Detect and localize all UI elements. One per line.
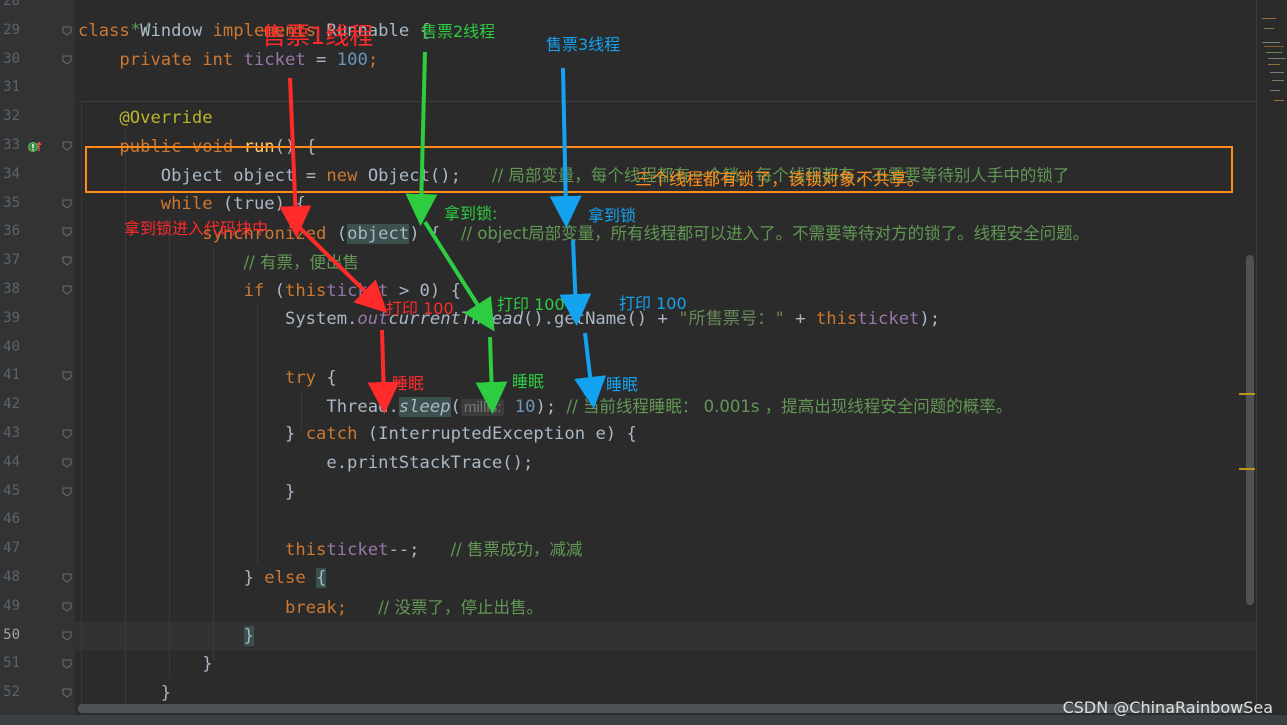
box-note: 三个线程都有锁了，该锁对象不共享。 xyxy=(635,170,924,190)
thread1-label: 售票1线程 xyxy=(262,22,374,50)
thread1-print-label: 打印 100 xyxy=(386,299,454,318)
thread2-lock-label: 拿到锁: xyxy=(444,204,498,223)
thread2-print-label: 打印 100 xyxy=(497,295,565,314)
thread2-label: 售票2线程 xyxy=(421,22,496,41)
thread3-lock-label: 拿到锁 xyxy=(588,206,637,225)
thread3-sleep-label: 睡眠 xyxy=(606,375,639,394)
thread1-sleep-label: 睡眠 xyxy=(392,374,425,393)
watermark: CSDN @ChinaRainbowSea xyxy=(1062,698,1273,717)
annotation-arrows xyxy=(279,51,607,414)
thread3-print-label: 打印 100 xyxy=(619,294,687,313)
thread2-sleep-label: 睡眠 xyxy=(512,372,545,391)
thread1-lock-label: 拿到锁进入代码块中 xyxy=(124,219,269,238)
thread3-label: 售票3线程 xyxy=(546,35,621,54)
